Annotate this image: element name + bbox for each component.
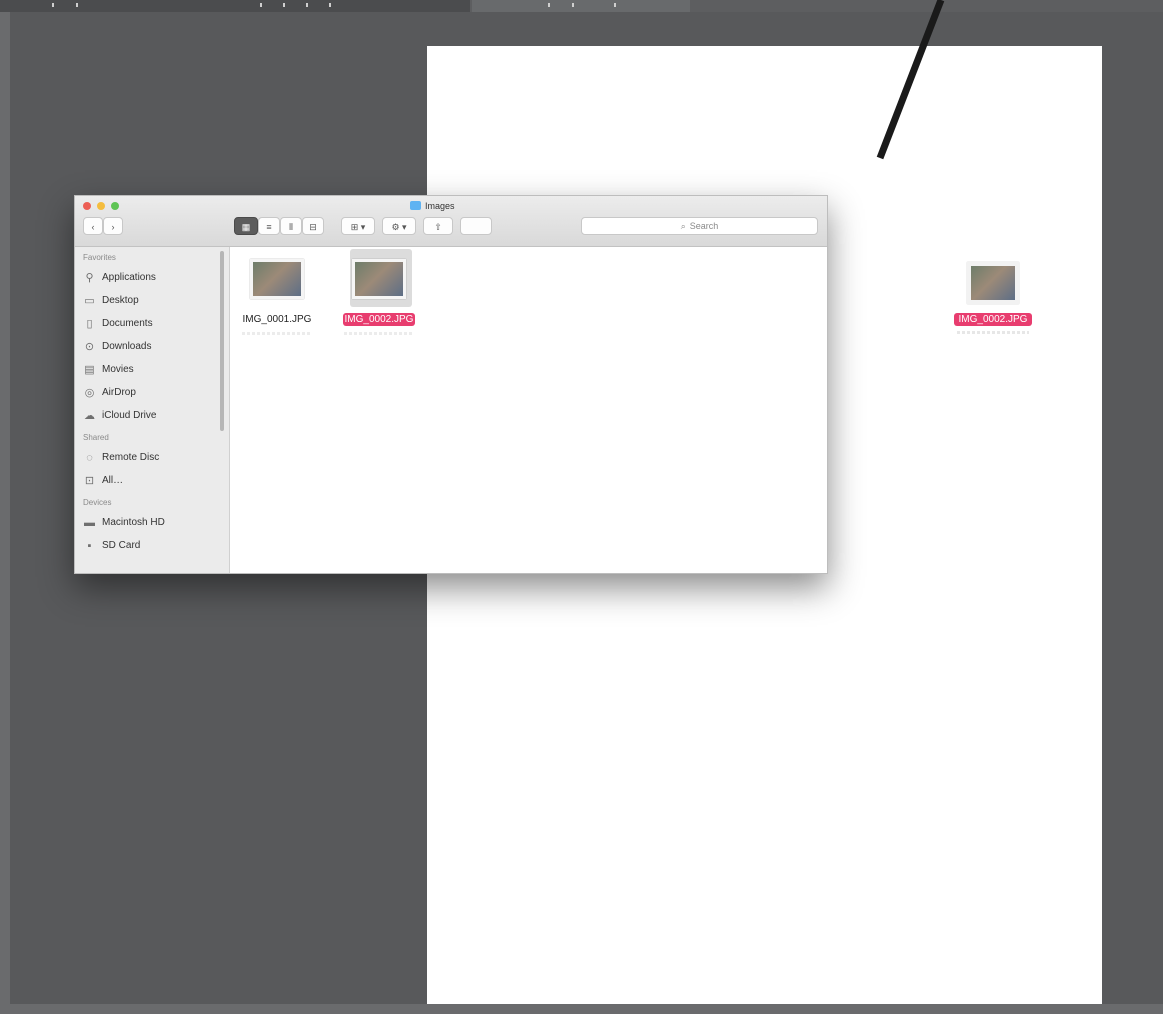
column-view-button[interactable]: ⫴	[280, 217, 302, 235]
sidebar-scrollbar[interactable]	[220, 251, 224, 431]
search-icon: ⌕	[680, 221, 686, 231]
top-bar-segment[interactable]	[0, 0, 470, 12]
share-button[interactable]: ⇧	[423, 217, 453, 235]
finder-sidebar[interactable]: Favorites ⚲ Applications ▭ Desktop ▯ Docume…	[75, 247, 230, 573]
top-bar-tick	[260, 3, 262, 7]
placed-image[interactable]: IMG_0002.JPG	[951, 262, 1035, 334]
file-item-selected[interactable]: IMG_0002.JPG	[338, 247, 420, 335]
top-bar-tick	[329, 3, 331, 7]
window-title-text: Images	[425, 201, 455, 211]
icon-view-button[interactable]: ▦	[234, 217, 258, 235]
downloads-icon: ⊙	[84, 340, 95, 353]
network-icon: ⊡	[84, 474, 95, 487]
zoom-window-button[interactable]	[111, 202, 119, 210]
placed-image-label: IMG_0002.JPG	[954, 313, 1032, 326]
canvas-bottom-edge	[10, 1004, 1163, 1014]
top-bar-tick	[572, 3, 574, 7]
sidebar-item-macintosh-hd[interactable]: ▬ Macintosh HD	[75, 511, 229, 534]
finder-content-area[interactable]: IMG_0001.JPG IMG_0002.JPG	[230, 247, 827, 573]
file-name: IMG_0001.JPG	[242, 314, 312, 325]
sidebar-item-desktop[interactable]: ▭ Desktop	[75, 289, 229, 312]
sidebar-item-label: Downloads	[102, 341, 152, 352]
sidebar-heading-devices: Devices	[83, 498, 112, 507]
applications-icon: ⚲	[85, 271, 94, 284]
sidebar-item-sd-card[interactable]: ▪ SD Card	[75, 534, 229, 557]
window-title: Images	[410, 201, 455, 213]
file-thumbnail[interactable]	[250, 259, 304, 299]
finder-window[interactable]: Images ‹ › ▦ ≡ ⫴ ⊟ ⊞ ▾ ⚙ ▾ ⇧ ⌕ Search Fav…	[74, 195, 828, 574]
sidebar-item-label: Documents	[102, 318, 153, 329]
app-top-bar	[0, 0, 1163, 12]
desktop-icon: ▭	[84, 294, 95, 307]
icloud-icon: ☁	[84, 409, 95, 422]
back-button[interactable]: ‹	[83, 217, 103, 235]
sidebar-item-label: Applications	[102, 272, 156, 283]
sidebar-item-downloads[interactable]: ⊙ Downloads	[75, 335, 229, 358]
finder-titlebar[interactable]: Images ‹ › ▦ ≡ ⫴ ⊟ ⊞ ▾ ⚙ ▾ ⇧ ⌕ Search	[75, 196, 827, 247]
sidebar-item-airdrop[interactable]: ◎ AirDrop	[75, 381, 229, 404]
sidebar-item-movies[interactable]: ▤ Movies	[75, 358, 229, 381]
top-bar-tick	[548, 3, 550, 7]
drive-icon: ▪	[87, 539, 92, 552]
list-view-button[interactable]: ≡	[258, 217, 280, 235]
sidebar-item-label: iCloud Drive	[102, 410, 157, 421]
folder-icon	[410, 201, 421, 210]
sidebar-item-label: All…	[102, 475, 124, 486]
documents-icon: ▯	[86, 317, 93, 330]
top-bar-tick	[76, 3, 78, 7]
sidebar-item-remote-disc[interactable]: ◌ Remote Disc	[75, 446, 229, 469]
file-name: IMG_0002.JPG	[342, 313, 416, 326]
tags-button[interactable]	[460, 217, 492, 235]
gallery-view-button[interactable]: ⊟	[302, 217, 324, 235]
sidebar-item-label: SD Card	[102, 540, 141, 551]
group-by-button[interactable]: ⊞ ▾	[341, 217, 375, 235]
top-bar-tick	[614, 3, 616, 7]
sidebar-item-icloud-drive[interactable]: ☁ iCloud Drive	[75, 404, 229, 427]
sidebar-item-label: Desktop	[102, 295, 139, 306]
forward-button[interactable]: ›	[103, 217, 123, 235]
sidebar-heading-shared: Shared	[83, 433, 109, 442]
sidebar-item-all-shared[interactable]: ⊡ All…	[75, 469, 229, 492]
top-bar-tick	[52, 3, 54, 7]
sidebar-item-applications[interactable]: ⚲ Applications	[75, 266, 229, 289]
airdrop-icon: ◎	[84, 386, 95, 399]
top-bar-active-segment[interactable]	[472, 0, 690, 12]
sidebar-item-label: Remote Disc	[102, 452, 160, 463]
sidebar-heading-favorites: Favorites	[83, 253, 116, 262]
search-field[interactable]: ⌕ Search	[581, 217, 818, 235]
top-bar-tick	[283, 3, 285, 7]
top-bar-tick	[306, 3, 308, 7]
file-subtitle	[344, 332, 414, 335]
placed-image-thumbnail[interactable]	[967, 262, 1019, 304]
computer-icon: ▬	[84, 516, 95, 529]
close-window-button[interactable]	[83, 202, 91, 210]
file-subtitle	[242, 332, 312, 335]
search-placeholder: Search	[689, 221, 719, 231]
minimize-window-button[interactable]	[97, 202, 105, 210]
movies-icon: ▤	[84, 363, 95, 376]
canvas-left-edge	[0, 12, 10, 1014]
sidebar-item-label: Movies	[102, 364, 134, 375]
sidebar-item-documents[interactable]: ▯ Documents	[75, 312, 229, 335]
placed-image-subtitle	[957, 331, 1029, 334]
remote-disc-icon: ◌	[86, 451, 93, 464]
sidebar-item-label: AirDrop	[102, 387, 136, 398]
file-thumbnail[interactable]	[352, 259, 406, 299]
sidebar-item-label: Macintosh HD	[102, 517, 165, 528]
file-item[interactable]: IMG_0001.JPG	[236, 247, 318, 335]
action-menu-button[interactable]: ⚙ ▾	[382, 217, 416, 235]
